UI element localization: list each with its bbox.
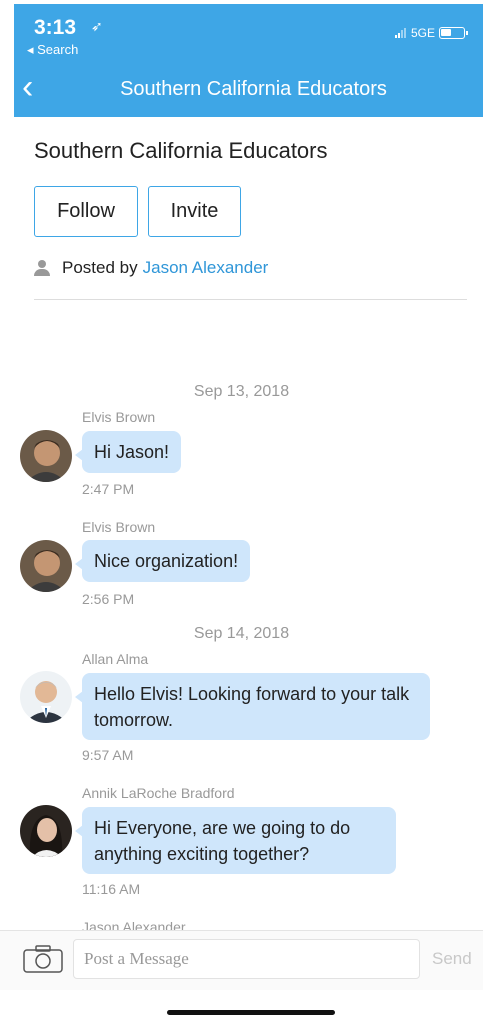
message-bubble: Hi Everyone, are we going to do anything… <box>75 807 396 874</box>
home-indicator <box>167 1010 335 1015</box>
message-time: 9:57 AM <box>82 747 134 763</box>
signal-icon <box>394 28 407 38</box>
status-indicators: 5GE <box>394 26 468 40</box>
message-sender: Elvis Brown <box>82 409 156 425</box>
avatar-allan-alma[interactable] <box>20 671 72 723</box>
invite-button[interactable]: Invite <box>148 186 241 237</box>
camera-icon[interactable] <box>23 945 63 973</box>
avatar-elvis-brown[interactable] <box>20 540 72 592</box>
person-icon <box>34 260 50 276</box>
message-time: 2:47 PM <box>82 481 135 497</box>
location-arrow-icon: ➶ <box>91 18 103 34</box>
app-header: 3:13 ➶ ◂ Search 5GE ‹ Southern Californi… <box>14 4 483 117</box>
message-sender: Elvis Brown <box>82 519 156 535</box>
posted-by-label: Posted by <box>62 258 138 277</box>
message-composer: Send <box>0 930 483 990</box>
group-title: Southern California Educators <box>34 138 328 163</box>
back-to-search-link[interactable]: ◂ Search <box>27 42 78 58</box>
message-sender: Allan Alma <box>82 651 149 667</box>
message-bubble: Nice organization! <box>74 540 251 582</box>
author-link[interactable]: Jason Alexander <box>143 258 269 278</box>
follow-button[interactable]: Follow <box>34 186 138 237</box>
date-separator: Sep 13, 2018 <box>193 383 290 400</box>
message-input[interactable] <box>73 939 420 979</box>
message-bubble: Hello Elvis! Looking forward to your tal… <box>75 673 430 740</box>
date-separator: Sep 14, 2018 <box>193 625 290 642</box>
message-sender: Annik LaRoche Bradford <box>82 785 235 801</box>
nav-title: Southern California Educators <box>120 78 387 100</box>
message-time: 11:16 AM <box>82 881 141 897</box>
battery-icon <box>439 27 468 39</box>
message-time: 2:56 PM <box>82 591 135 607</box>
send-button[interactable]: Send <box>432 949 472 969</box>
back-to-search-label: Search <box>37 42 79 57</box>
status-time: 3:13 <box>34 16 77 39</box>
posted-by: Posted by Jason Alexander <box>34 258 268 278</box>
message-bubble: Hi Jason! <box>74 431 182 473</box>
network-label: 5GE <box>410 26 435 40</box>
divider <box>34 299 467 300</box>
avatar-annik-laroche-bradford[interactable] <box>20 805 72 857</box>
avatar-elvis-brown[interactable] <box>20 430 72 482</box>
